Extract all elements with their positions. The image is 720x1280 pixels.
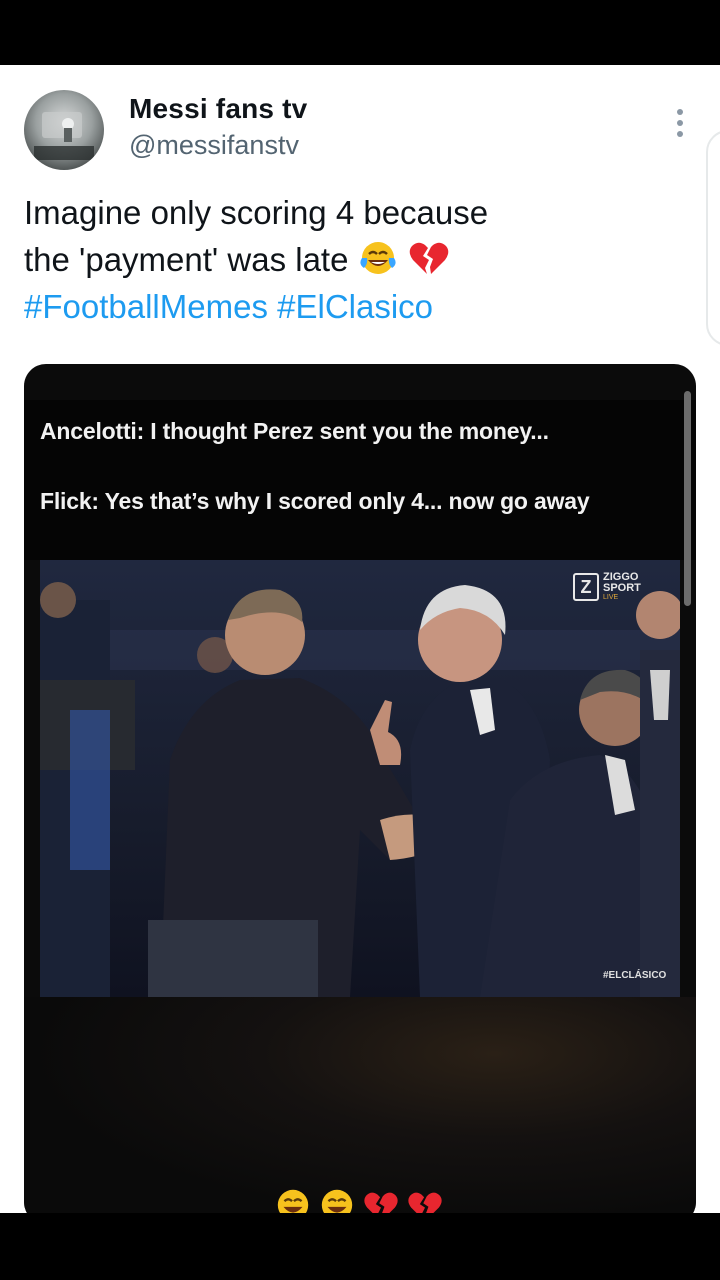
tweet-hashtags: #FootballMemes #ElClasico bbox=[24, 283, 684, 330]
elclasico-corner-tag: #ELCLÁSICO bbox=[603, 970, 667, 981]
scrollbar-thumb[interactable] bbox=[684, 391, 691, 606]
photo-two-coaches-icon bbox=[40, 560, 680, 997]
bottom-emoji-row bbox=[274, 1186, 444, 1213]
broken-heart-icon bbox=[408, 1192, 442, 1213]
hashtag-footballmemes[interactable]: #FootballMemes bbox=[24, 288, 268, 325]
screen: Messi fans tv @messifanstv Imagine only … bbox=[0, 0, 720, 1280]
avatar-image-icon bbox=[34, 112, 94, 160]
broken-heart-icon bbox=[364, 1192, 398, 1213]
ziggo-logo: Z bbox=[573, 572, 599, 601]
system-navigation-bar bbox=[0, 1213, 720, 1280]
tweet-media[interactable]: Ancelotti: I thought Perez sent you the … bbox=[24, 364, 696, 1213]
tweet-text-line-2: the 'payment' was late bbox=[24, 236, 684, 283]
hashtag-elclasico[interactable]: #ElClasico bbox=[277, 288, 433, 325]
face-with-tears-of-joy-icon bbox=[360, 242, 396, 274]
display-name[interactable]: Messi fans tv bbox=[129, 93, 307, 125]
meme-caption-line-2: Flick: Yes that’s why I scored only 4...… bbox=[40, 488, 590, 514]
video-lower-area bbox=[24, 997, 696, 1213]
meme-caption-line-1: Ancelotti: I thought Perez sent you the … bbox=[40, 418, 549, 444]
face-with-tears-of-joy-icon bbox=[321, 1189, 353, 1213]
ziggo-live-label: LIVE bbox=[603, 594, 619, 601]
avatar[interactable] bbox=[24, 90, 104, 170]
user-handle[interactable]: @messifanstv bbox=[129, 130, 299, 161]
more-vertical-icon bbox=[677, 109, 683, 137]
tweet-text: Imagine only scoring 4 because the 'paym… bbox=[24, 189, 684, 330]
face-with-tears-of-joy-icon bbox=[277, 1189, 309, 1213]
video-still-image: Z ZIGGO SPORT LIVE #ELCLÁSICO bbox=[40, 560, 680, 997]
ziggo-sport-watermark: Z ZIGGO SPORT LIVE bbox=[573, 572, 641, 601]
more-options-button[interactable] bbox=[664, 105, 696, 141]
tweet-text-line-1: Imagine only scoring 4 because bbox=[24, 194, 489, 231]
tweet-card[interactable]: Messi fans tv @messifanstv Imagine only … bbox=[0, 65, 720, 1213]
tweet-text-line-2-text: the 'payment' was late bbox=[24, 241, 349, 278]
side-sheet-handle[interactable] bbox=[706, 130, 720, 346]
ziggo-line-2: SPORT bbox=[603, 582, 641, 594]
meme-caption: Ancelotti: I thought Perez sent you the … bbox=[24, 400, 696, 560]
ziggo-text: ZIGGO SPORT LIVE bbox=[603, 572, 641, 602]
status-bar bbox=[0, 0, 720, 65]
broken-heart-icon bbox=[409, 242, 449, 274]
